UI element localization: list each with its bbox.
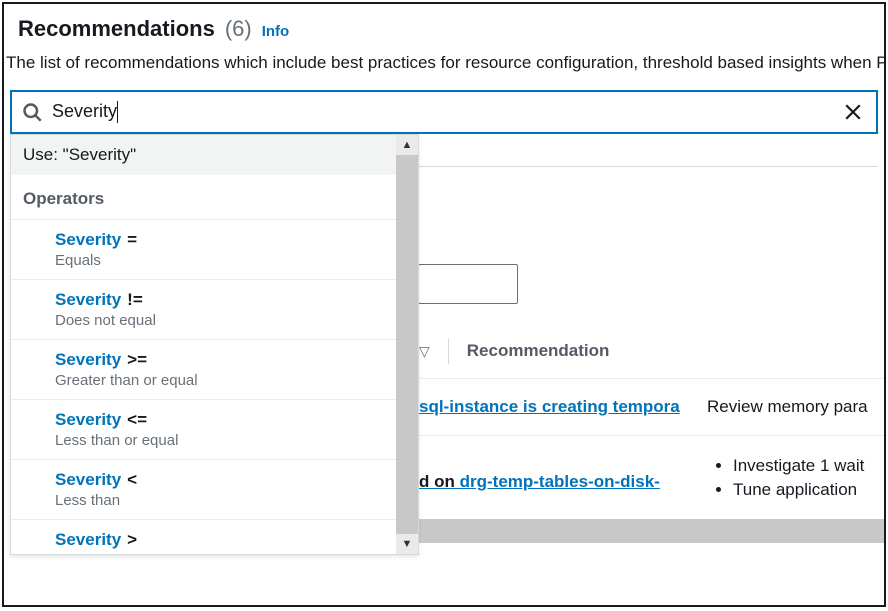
search-wrapper: Severity Use: "Severity" Operators Sever… [10, 90, 878, 134]
panel-header: Recommendations (6) Info [4, 4, 884, 46]
search-box[interactable]: Severity [10, 90, 878, 134]
col-recommendation[interactable]: Recommendation [467, 341, 610, 361]
operator-not-equals[interactable]: Severity != Does not equal [11, 280, 396, 340]
detection-link[interactable]: sql-instance is creating tempora [419, 397, 680, 416]
operator-gte[interactable]: Severity >= Greater than or equal [11, 340, 396, 400]
panel-count: (6) [225, 16, 252, 42]
recommendation-bullets: Investigate 1 wait Tune application [707, 454, 864, 502]
operator-list: Severity = Equals Severity != Does not e… [11, 220, 396, 554]
table-row: d on drg-temp-tables-on-disk- Investigat… [419, 436, 884, 521]
clear-icon[interactable] [844, 103, 862, 121]
operator-lte[interactable]: Severity <= Less than or equal [11, 400, 396, 460]
column-divider [448, 338, 449, 364]
filter-input[interactable] [418, 264, 518, 304]
scroll-up-icon[interactable]: ▲ [396, 135, 418, 155]
table-row: sql-instance is creating tempora Review … [419, 379, 884, 436]
search-dropdown: Use: "Severity" Operators Severity = Equ… [10, 134, 419, 555]
text-cursor [117, 101, 118, 123]
horizontal-scrollbar[interactable] [419, 519, 884, 543]
bullet-item: Tune application [733, 478, 864, 502]
bullet-item: Investigate 1 wait [733, 454, 864, 478]
table-header: ▽ Recommendation [419, 324, 884, 379]
detection-link[interactable]: d on drg-temp-tables-on-disk- [419, 472, 660, 491]
sort-icon[interactable]: ▽ [419, 343, 430, 360]
search-value: Severity [52, 101, 117, 122]
operator-equals[interactable]: Severity = Equals [11, 220, 396, 280]
search-icon [22, 102, 42, 122]
dropdown-operators-header: Operators [11, 175, 396, 220]
panel-description: The list of recommendations which includ… [4, 46, 884, 90]
operator-gt[interactable]: Severity > [11, 520, 396, 554]
operator-lt[interactable]: Severity < Less than [11, 460, 396, 520]
dropdown-scrollbar[interactable]: ▲ ▼ [396, 135, 418, 554]
panel-title: Recommendations [18, 16, 215, 42]
scroll-down-icon[interactable]: ▼ [396, 534, 418, 554]
recommendations-panel: Recommendations (6) Info The list of rec… [2, 2, 886, 607]
search-input[interactable]: Severity [52, 101, 830, 123]
dropdown-use-option[interactable]: Use: "Severity" [11, 135, 396, 175]
recommendation-text: Review memory para [707, 397, 868, 417]
info-link[interactable]: Info [262, 23, 290, 40]
recommendations-table: ▽ Recommendation sql-instance is creatin… [419, 324, 884, 521]
scroll-track[interactable] [396, 155, 418, 534]
